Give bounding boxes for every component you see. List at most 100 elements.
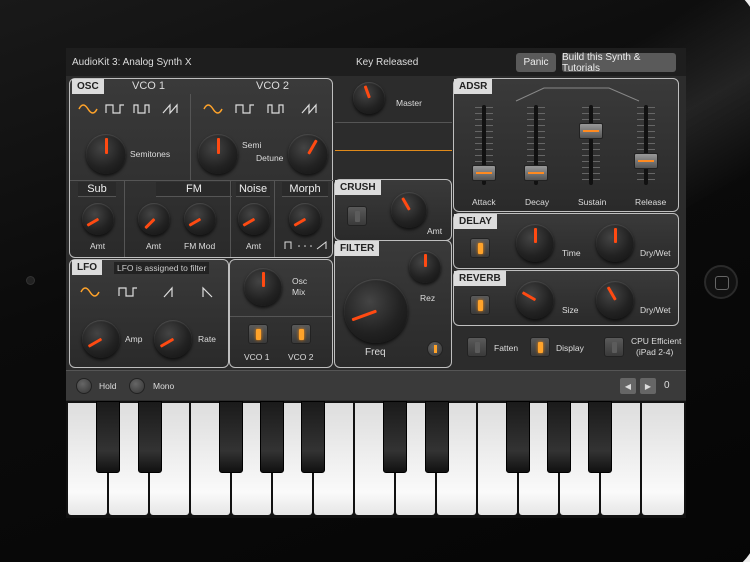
camera-icon xyxy=(27,277,34,284)
reverb-panel: REVERB Size Dry/Wet xyxy=(453,270,679,326)
vco1-semitones-knob[interactable] xyxy=(86,134,126,174)
vco2-sine-icon[interactable] xyxy=(203,103,223,115)
delay-toggle[interactable] xyxy=(470,238,490,258)
black-key[interactable] xyxy=(219,401,243,473)
reverb-toggle[interactable] xyxy=(470,295,490,315)
fm-label: FM xyxy=(156,182,232,197)
panic-button[interactable]: Panic xyxy=(516,53,556,72)
filter-rez-knob[interactable] xyxy=(409,251,441,283)
lfo-ramp-icon[interactable] xyxy=(198,286,218,298)
reverb-drywet-knob[interactable] xyxy=(596,281,634,319)
lfo-vco2-toggle[interactable] xyxy=(291,324,311,344)
octave-up-button[interactable]: ▶ xyxy=(640,378,656,394)
vco2-label: VCO 2 xyxy=(256,80,290,92)
reverb-size-knob[interactable] xyxy=(516,281,554,319)
fm-amt-knob[interactable] xyxy=(138,203,170,235)
filter-lfo-button[interactable] xyxy=(427,341,443,357)
white-key[interactable] xyxy=(642,403,684,515)
lfo-rate-knob[interactable] xyxy=(154,320,192,358)
attack-slider-thumb[interactable] xyxy=(472,165,496,181)
osc-mix-label-bottom: Mix xyxy=(292,287,306,297)
sub-amt-knob[interactable] xyxy=(82,203,114,235)
black-key[interactable] xyxy=(383,401,407,473)
vco2-saw-icon[interactable] xyxy=(301,103,321,115)
sustain-slider-track[interactable] xyxy=(589,105,593,185)
vco1-pulse-icon[interactable] xyxy=(133,103,153,115)
vco1-square-icon[interactable] xyxy=(105,103,125,115)
vco2-square-icon[interactable] xyxy=(235,103,255,115)
crush-amt-label: Amt xyxy=(427,226,443,236)
vco1-saw-icon[interactable] xyxy=(162,103,182,115)
osc-label: OSC xyxy=(72,79,104,94)
mono-label: Mono xyxy=(153,381,175,391)
ipad-frame: AudioKit 3: Analog Synth X Key Released … xyxy=(0,0,750,562)
osc-panel: OSC VCO 1 VCO 2 Semitones Semi Detune Su… xyxy=(69,78,334,258)
fm-mod-label: FM Mod xyxy=(184,241,216,251)
reverb-label: REVERB xyxy=(454,271,506,286)
fatten-toggle[interactable] xyxy=(467,337,487,357)
delay-label: DELAY xyxy=(454,214,497,229)
home-button[interactable] xyxy=(704,265,738,299)
vco2-pulse-icon[interactable] xyxy=(267,103,287,115)
noise-amt-knob[interactable] xyxy=(238,203,270,235)
fm-mod-knob[interactable] xyxy=(184,203,216,235)
lfo-rate-label: Rate xyxy=(198,334,216,344)
lfo-square-icon[interactable] xyxy=(118,286,138,298)
lfo-saw-icon[interactable] xyxy=(160,286,180,298)
black-key[interactable] xyxy=(588,401,612,473)
sub-divider xyxy=(124,181,125,257)
waveform-display-line xyxy=(335,150,452,151)
filter-freq-knob[interactable] xyxy=(344,279,408,343)
black-key[interactable] xyxy=(301,401,325,473)
delay-drywet-label: Dry/Wet xyxy=(640,248,671,258)
vco2-detune-knob[interactable] xyxy=(288,134,328,174)
sustain-slider-thumb[interactable] xyxy=(579,123,603,139)
hold-button[interactable] xyxy=(76,378,92,394)
adsr-label: ADSR xyxy=(454,79,493,94)
black-key[interactable] xyxy=(425,401,449,473)
crush-panel: CRUSH Amt xyxy=(334,179,452,241)
noise-label: Noise xyxy=(236,182,270,197)
delay-time-label: Time xyxy=(562,248,581,258)
crush-toggle[interactable] xyxy=(347,206,367,226)
decay-slider-thumb[interactable] xyxy=(524,165,548,181)
release-slider-track[interactable] xyxy=(644,105,648,185)
release-slider-thumb[interactable] xyxy=(634,153,658,169)
crush-amt-knob[interactable] xyxy=(391,192,427,228)
noise-amt-label: Amt xyxy=(246,241,262,251)
osc-mix-divider xyxy=(230,316,332,317)
lfo-label: LFO xyxy=(72,260,102,275)
lfo-vco1-toggle[interactable] xyxy=(248,324,268,344)
morph-label: Morph xyxy=(282,182,328,197)
top-bar: AudioKit 3: Analog Synth X Key Released … xyxy=(66,48,686,76)
display-toggle[interactable] xyxy=(530,337,550,357)
master-knob[interactable] xyxy=(353,82,385,114)
black-key[interactable] xyxy=(506,401,530,473)
hold-label: Hold xyxy=(99,381,117,391)
black-key[interactable] xyxy=(547,401,571,473)
delay-drywet-knob[interactable] xyxy=(596,224,634,262)
sustain-label: Sustain xyxy=(578,197,607,207)
black-key[interactable] xyxy=(260,401,284,473)
cpu-efficient-toggle[interactable] xyxy=(604,337,624,357)
lfo-amp-knob[interactable] xyxy=(82,320,120,358)
master-section: Master xyxy=(335,78,452,178)
black-key[interactable] xyxy=(96,401,120,473)
master-label: Master xyxy=(396,98,422,108)
detune-label: Detune xyxy=(256,153,284,163)
vco2-semi-knob[interactable] xyxy=(198,134,238,174)
osc-mix-knob[interactable] xyxy=(244,268,282,306)
octave-down-button[interactable]: ◀ xyxy=(620,378,636,394)
build-tutorials-button[interactable]: Build this Synth & Tutorials xyxy=(562,52,676,74)
cpu-efficient-sublabel: (iPad 2-4) xyxy=(636,347,674,357)
black-key[interactable] xyxy=(138,401,162,473)
lfo-sine-icon[interactable] xyxy=(80,286,100,298)
octave-value: 0 xyxy=(664,380,670,391)
osc-mix-panel: Osc Mix VCO 1 VCO 2 xyxy=(229,259,333,368)
sub-label: Sub xyxy=(78,182,116,197)
morph-knob[interactable] xyxy=(289,203,321,235)
mono-button[interactable] xyxy=(129,378,145,394)
delay-time-knob[interactable] xyxy=(516,224,554,262)
vco1-sine-icon[interactable] xyxy=(78,103,98,115)
fm-amt-label: Amt xyxy=(146,241,162,251)
